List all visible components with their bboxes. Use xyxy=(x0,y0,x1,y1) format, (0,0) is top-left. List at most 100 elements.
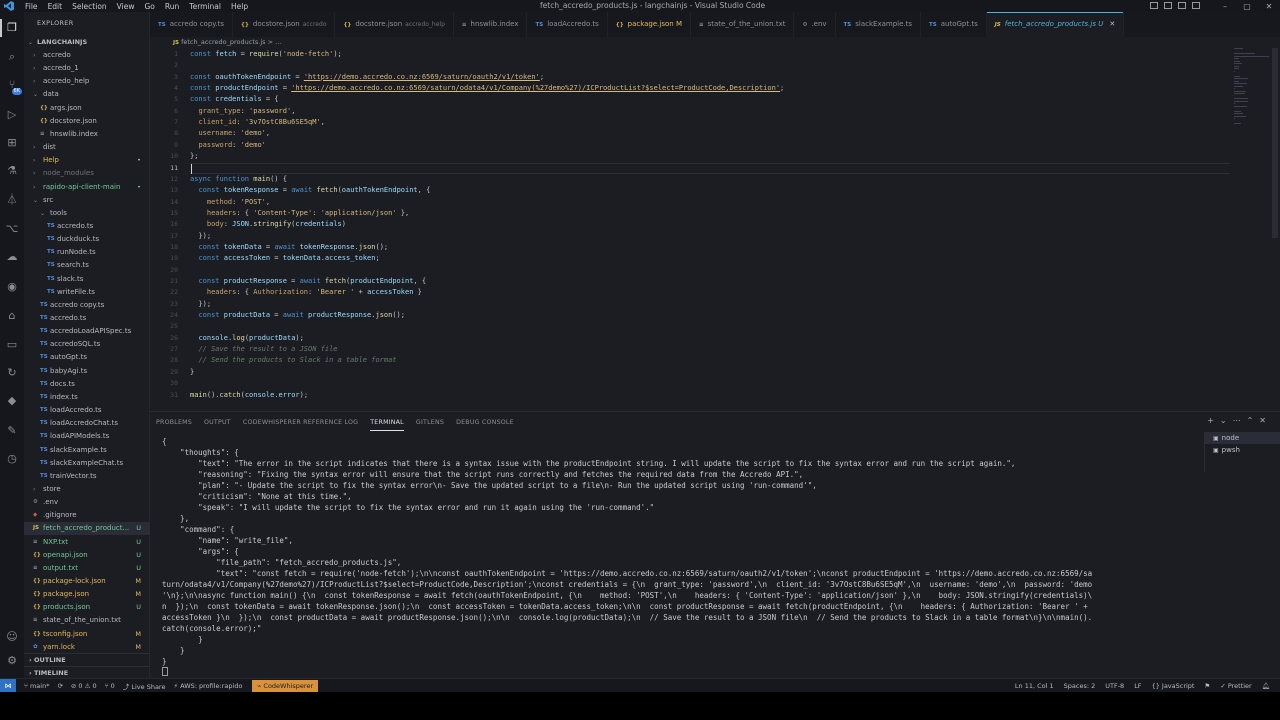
editor-tab[interactable]: ≡ state_of_the_union.txt xyxy=(691,12,795,37)
folder-item[interactable]: › rapido-api-client-main • xyxy=(24,181,150,194)
workspace-root[interactable]: ⌄ LANGCHAINJS xyxy=(24,36,150,49)
menu-terminal[interactable]: Terminal xyxy=(184,2,226,11)
file-item[interactable]: {} tsconfig.json M xyxy=(24,628,150,641)
new-terminal-icon[interactable]: + xyxy=(1207,416,1214,425)
editor-tab[interactable]: TS accredo copy.ts xyxy=(150,12,234,37)
editor-tab[interactable]: JS fetch_accredo_products.js U ✕ xyxy=(986,12,1125,37)
terminal-node[interactable]: ▣ node xyxy=(1205,432,1280,444)
file-item[interactable]: TS slackExampleChat.ts xyxy=(24,457,150,470)
outline-section[interactable]: › OUTLINE xyxy=(24,653,150,666)
sync-status[interactable]: ⟳ xyxy=(57,682,62,690)
file-item[interactable]: {} products.json U xyxy=(24,601,150,614)
file-item[interactable]: TS accredo.ts xyxy=(24,312,150,325)
live-share-icon[interactable]: ↻ xyxy=(5,366,19,380)
file-item[interactable]: TS accredoSQL.ts xyxy=(24,338,150,351)
file-item[interactable]: TS slack.ts xyxy=(24,273,150,286)
file-item[interactable]: TS trainVector.ts xyxy=(24,470,150,483)
menu-view[interactable]: View xyxy=(112,2,140,11)
folder-item[interactable]: ⌄ data xyxy=(24,88,150,101)
close-panel-icon[interactable]: ✕ xyxy=(1259,416,1266,425)
source-control-icon[interactable]: ⑂ 6K xyxy=(5,78,22,95)
indentation[interactable]: Spaces: 2 xyxy=(1064,682,1096,690)
file-item[interactable]: TS index.ts xyxy=(24,391,150,404)
folder-item[interactable]: › accredo xyxy=(24,49,150,62)
file-item[interactable]: TS runNode.ts xyxy=(24,246,150,259)
explorer-icon[interactable]: ❐ xyxy=(0,19,19,37)
folder-item[interactable]: › dist xyxy=(24,141,150,154)
notifications-icon[interactable]: 🔔︎ xyxy=(1262,682,1270,690)
file-item[interactable]: ≡ hnswlib.index xyxy=(24,128,150,141)
editor-tab[interactable]: ≡ hnswlib.index xyxy=(454,12,528,37)
file-item[interactable]: ◆ .gitignore xyxy=(24,509,150,522)
folder-item[interactable]: › store xyxy=(24,483,150,496)
flask-icon[interactable]: ⏃ xyxy=(5,193,19,207)
file-item[interactable]: TS accredo.ts xyxy=(24,220,150,233)
file-item[interactable]: ≡ output.txt U xyxy=(24,562,150,575)
toggle-secondary-sidebar-icon[interactable] xyxy=(1178,2,1186,9)
file-item[interactable]: TS autoGpt.ts xyxy=(24,351,150,364)
editor-tab[interactable]: {} package.json M xyxy=(608,12,691,37)
close-tab-icon[interactable]: ✕ xyxy=(1109,20,1115,28)
editor-tab[interactable]: {} docstore.json accredo_help xyxy=(335,12,454,37)
folder-item[interactable]: › node_modules xyxy=(24,167,150,180)
menu-help[interactable]: Help xyxy=(226,2,253,11)
toggle-sidebar-icon[interactable] xyxy=(1150,2,1158,9)
file-item[interactable]: TS loadAPIModels.ts xyxy=(24,430,150,443)
testing-icon[interactable]: ⚗ xyxy=(5,164,19,178)
file-item[interactable]: {} args.json xyxy=(24,102,150,115)
terminal-pwsh[interactable]: ▣ pwsh xyxy=(1205,444,1280,456)
file-item[interactable]: TS writeFile.ts xyxy=(24,286,150,299)
file-item[interactable]: TS loadAccredo.ts xyxy=(24,404,150,417)
maximize-panel-icon[interactable]: ⌃ xyxy=(1247,416,1254,425)
extensions-icon[interactable]: ⊞ xyxy=(5,136,19,150)
cursor-position[interactable]: Ln 11, Col 1 xyxy=(1015,682,1054,690)
panel-tab-output[interactable]: OUTPUT xyxy=(198,412,237,434)
chat-icon[interactable]: ✎ xyxy=(5,424,19,438)
menu-file[interactable]: File xyxy=(20,2,43,11)
menu-selection[interactable]: Selection xyxy=(67,2,112,11)
accounts-icon[interactable]: ☺ xyxy=(5,630,19,644)
file-item[interactable]: TS slackExample.ts xyxy=(24,444,150,457)
search-icon[interactable]: ⌕ xyxy=(5,50,19,64)
live-share-status[interactable]: ⤴ Live Share xyxy=(123,681,166,691)
file-item[interactable]: ⚙ .env xyxy=(24,496,150,509)
codewhisperer-status[interactable]: ⌁ CodeWhisperer xyxy=(252,679,319,692)
terminal-icon[interactable]: ▭ xyxy=(5,338,19,352)
timeline-icon[interactable]: ◷ xyxy=(5,452,19,466)
gitlens-icon[interactable]: ◉ xyxy=(5,280,19,294)
file-item[interactable]: TS search.ts xyxy=(24,259,150,272)
panel-tab-gitlens[interactable]: GITLENS xyxy=(410,412,450,434)
remote-explorer-icon[interactable]: ⌥ xyxy=(5,222,19,236)
file-item[interactable]: TS babyAgi.ts xyxy=(24,365,150,378)
panel-tab-codewhisperer-reference-log[interactable]: CODEWHISPERER REFERENCE LOG xyxy=(237,412,364,434)
file-item[interactable]: {} package.json M xyxy=(24,588,150,601)
aws-icon[interactable]: ⌂ xyxy=(5,309,19,323)
editor-tab[interactable]: ⚙ .env xyxy=(794,12,836,37)
aws-status[interactable]: ⚡ AWS: profile:rapido xyxy=(173,682,242,690)
toggle-panel-icon[interactable] xyxy=(1164,2,1172,9)
customize-layout-icon[interactable] xyxy=(1192,2,1200,9)
file-item[interactable]: {} docstore.json xyxy=(24,115,150,128)
docker-icon[interactable]: ☁ xyxy=(5,250,19,264)
pin-icon[interactable]: ◆ xyxy=(5,394,19,408)
code-editor[interactable]: 1 const fetch = require('node-fetch'); 2 3 c… xyxy=(150,48,1280,408)
folder-item[interactable]: › accredo_1 xyxy=(24,62,150,75)
editor-tab[interactable]: TS loadAccredo.ts xyxy=(527,12,608,37)
file-item[interactable]: ✿ yarn.lock M xyxy=(24,641,150,654)
menu-go[interactable]: Go xyxy=(139,2,159,11)
folder-item[interactable]: › accredo_help xyxy=(24,75,150,88)
ports-status[interactable]: ⑂ 0 xyxy=(105,682,115,690)
feedback-icon[interactable]: ⚑ xyxy=(1204,682,1210,690)
encoding[interactable]: UTF-8 xyxy=(1105,682,1124,690)
menu-run[interactable]: Run xyxy=(160,2,184,11)
prettier-status[interactable]: ✓ Prettier xyxy=(1220,682,1251,690)
editor-tab[interactable]: TS slackExample.ts xyxy=(836,12,922,37)
problems-status[interactable]: ⊘ 0 ⚠ 0 xyxy=(71,682,97,690)
manage-gear-icon[interactable]: ⚙ xyxy=(5,654,19,668)
file-item[interactable]: ≡ state_of_the_union.txt xyxy=(24,614,150,627)
editor-tab[interactable]: {} docstore.json accredo xyxy=(233,12,336,37)
run-debug-icon[interactable]: ▷ xyxy=(5,108,19,122)
folder-item[interactable]: ⌄ tools xyxy=(24,207,150,220)
file-item[interactable]: TS accredoLoadAPISpec.ts xyxy=(24,325,150,338)
file-item[interactable]: ≡ NXP.txt U xyxy=(24,536,150,549)
